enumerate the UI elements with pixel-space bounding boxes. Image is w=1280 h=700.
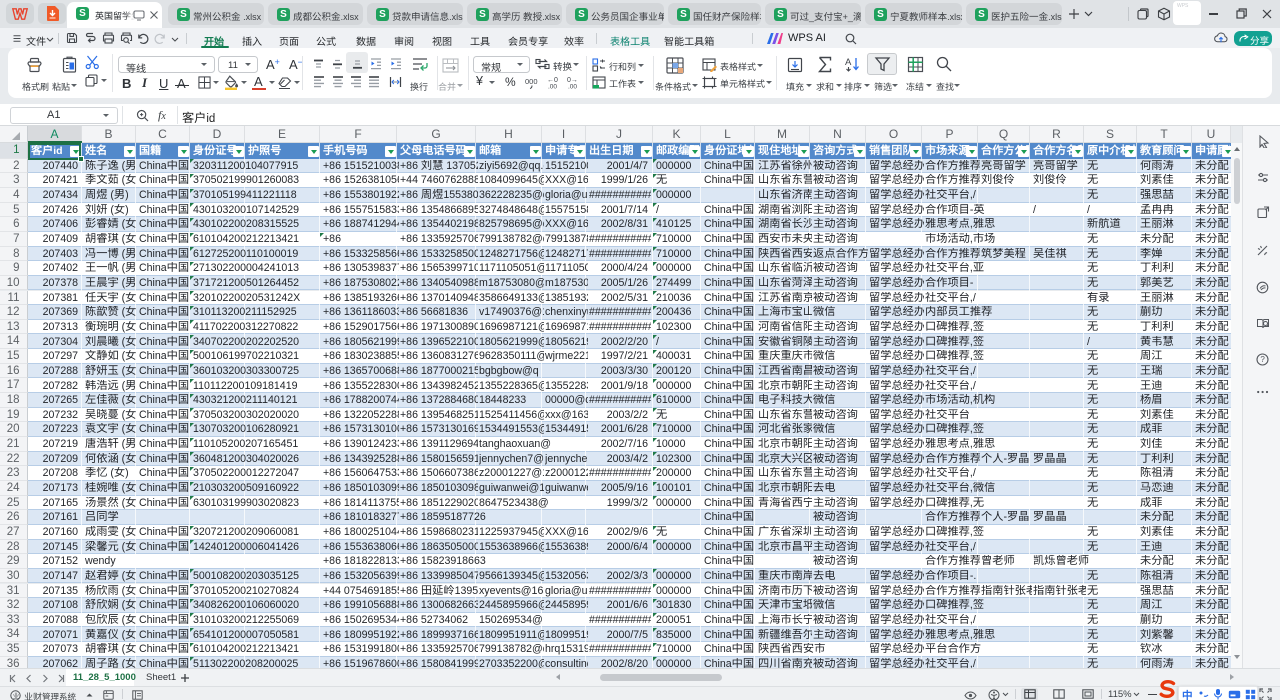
svg-text:业: 业 [13, 691, 20, 700]
svg-text:?: ? [1260, 355, 1265, 364]
